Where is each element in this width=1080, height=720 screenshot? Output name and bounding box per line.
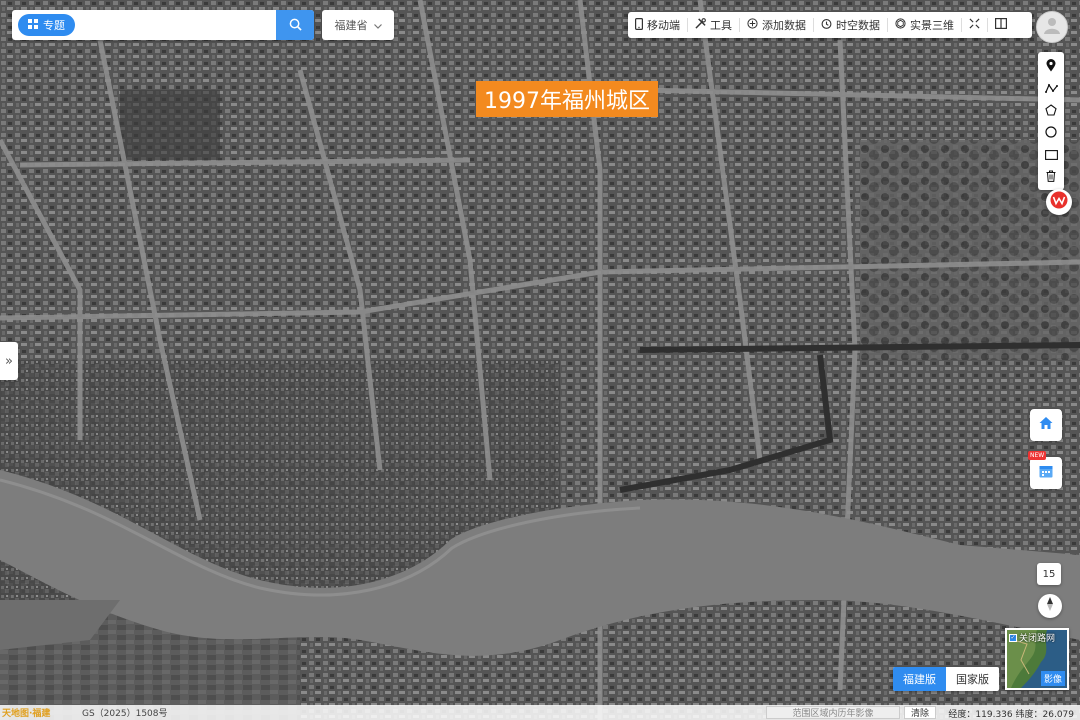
search-button[interactable] [276, 10, 314, 40]
draw-tools [1038, 52, 1064, 190]
home-button[interactable] [1030, 409, 1062, 441]
history-imagery-button[interactable]: NEW [1028, 451, 1062, 489]
top-toolbar: 移动端 工具 添加数据 时空数据 实景三维 [628, 12, 1032, 38]
region-label: 福建省 [334, 19, 368, 32]
spatiotemporal-button[interactable]: 时空数据 [814, 12, 887, 38]
fullscreen-icon [969, 18, 980, 32]
national-version-tab[interactable]: 国家版 [946, 667, 999, 691]
checkbox-checked-icon: ✓ [1009, 633, 1017, 642]
expand-panel-button[interactable]: » [0, 342, 18, 380]
w-logo-icon [1050, 191, 1068, 213]
clear-button[interactable]: 清除 [904, 706, 937, 719]
roadnet-label: 关闭路网 [1019, 634, 1056, 644]
rectangle-icon [1044, 145, 1058, 164]
user-avatar[interactable] [1036, 11, 1068, 43]
circle-icon [1045, 123, 1057, 142]
tools-icon [695, 18, 706, 32]
polygon-icon [1045, 101, 1057, 120]
streetview-3d-label: 实景三维 [910, 19, 954, 32]
topic-label: 专题 [43, 19, 65, 32]
tools-button[interactable]: 工具 [688, 12, 739, 38]
map-title: 1997年福州城区 [476, 81, 658, 117]
w-logo-button[interactable] [1046, 189, 1072, 215]
mobile-label: 移动端 [647, 19, 680, 32]
trash-icon [1046, 167, 1056, 186]
roadnet-toggle[interactable]: ✓ 关闭路网 [1009, 631, 1055, 644]
compass-icon [1044, 596, 1056, 616]
fujian-version-tab[interactable]: 福建版 [893, 667, 946, 691]
search-bar: 专题 [12, 10, 314, 40]
calendar-icon [1038, 463, 1054, 483]
add-data-label: 添加数据 [762, 19, 806, 32]
zoom-level: 15 [1037, 563, 1061, 585]
grid-icon [28, 18, 38, 32]
region-select[interactable]: 福建省 [322, 10, 394, 40]
delete-tool[interactable] [1040, 166, 1062, 186]
add-data-icon [747, 18, 758, 32]
cube-icon [895, 18, 906, 32]
user-icon [1042, 15, 1062, 39]
cursor-coordinates: 经度：119.336 纬度：26.079 [948, 710, 1074, 720]
marker-tool[interactable] [1040, 56, 1062, 76]
compass-button[interactable] [1038, 594, 1062, 618]
split-screen-button[interactable] [988, 12, 1014, 38]
rectangle-tool[interactable] [1040, 144, 1062, 164]
tools-label: 工具 [710, 19, 732, 32]
home-icon [1038, 415, 1054, 435]
mobile-button[interactable]: 移动端 [628, 12, 687, 38]
circle-tool[interactable] [1040, 122, 1062, 142]
map-approval-number: GS（2025）1508号 [82, 709, 168, 719]
chevron-down-icon [373, 19, 382, 32]
layer-switcher-minimap[interactable]: ✓ 关闭路网 影像 [1005, 628, 1069, 690]
polyline-tool[interactable] [1040, 78, 1062, 98]
polygon-tool[interactable] [1040, 100, 1062, 120]
clock-icon [821, 18, 832, 32]
marker-icon [1046, 57, 1056, 76]
status-bar: 天地图·福建 GS（2025）1508号 范围区域内历年影像 清除 经度：119… [0, 705, 1080, 720]
add-data-button[interactable]: 添加数据 [740, 12, 813, 38]
polyline-icon [1044, 79, 1058, 98]
spatiotemporal-label: 时空数据 [836, 19, 880, 32]
double-chevron-right-icon: » [5, 353, 13, 369]
imagery-label: 影像 [1040, 671, 1065, 686]
topic-button[interactable]: 专题 [18, 14, 75, 36]
split-screen-icon [995, 18, 1008, 32]
search-icon [289, 16, 302, 35]
streetview-3d-button[interactable]: 实景三维 [888, 12, 961, 38]
mobile-icon [635, 17, 644, 33]
tianditu-logo: 天地图·福建 [2, 709, 51, 719]
search-input[interactable] [75, 11, 276, 39]
history-imagery-field[interactable]: 范围区域内历年影像 [766, 706, 900, 719]
new-badge: NEW [1028, 451, 1047, 460]
fullscreen-button[interactable] [962, 12, 987, 38]
version-switch: 福建版 国家版 [893, 667, 999, 691]
